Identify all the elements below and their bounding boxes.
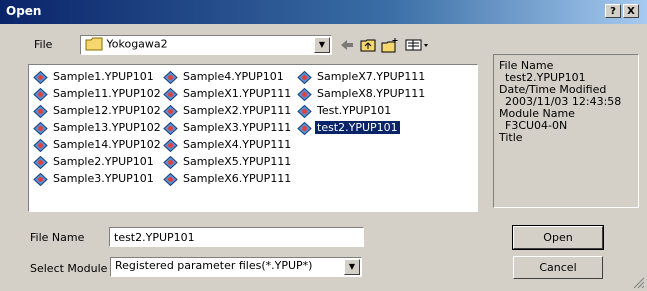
- file-name-label: File Name: [30, 231, 85, 244]
- folder-combo[interactable]: Yokogawa2 ▼: [80, 35, 332, 55]
- file-item[interactable]: Sample4.YPUP101: [163, 69, 286, 85]
- cancel-button[interactable]: Cancel: [513, 256, 603, 279]
- file-info-panel: File Name test2.YPUP101 Date/Time Modifi…: [493, 54, 639, 208]
- file-item[interactable]: Sample2.YPUP101: [33, 154, 156, 170]
- file-icon: [33, 155, 48, 169]
- view-menu-icon[interactable]: [403, 36, 433, 54]
- open-button[interactable]: Open: [512, 225, 604, 250]
- help-button[interactable]: ?: [605, 4, 621, 18]
- file-item[interactable]: Sample12.YPUP102: [33, 103, 163, 119]
- file-icon: [163, 121, 178, 135]
- file-item[interactable]: Test.YPUP101: [297, 103, 393, 119]
- file-item[interactable]: SampleX2.YPUP111: [163, 103, 293, 119]
- file-item[interactable]: Sample1.YPUP101: [33, 69, 156, 85]
- file-icon: [163, 172, 178, 186]
- file-name-field[interactable]: [109, 227, 364, 247]
- file-label: File: [34, 38, 53, 51]
- window-title: Open: [6, 4, 42, 18]
- file-name-input[interactable]: [110, 228, 363, 246]
- folder-value: Yokogawa2: [106, 37, 168, 51]
- file-icon: [33, 172, 48, 186]
- info-title-label: Title: [499, 131, 523, 144]
- resize-grip-icon[interactable]: [631, 275, 645, 289]
- file-item[interactable]: SampleX3.YPUP111: [163, 120, 293, 136]
- file-icon: [163, 70, 178, 84]
- file-item[interactable]: Sample14.YPUP102: [33, 137, 163, 153]
- up-folder-icon[interactable]: [358, 36, 378, 54]
- file-item[interactable]: Sample13.YPUP102: [33, 120, 163, 136]
- file-icon: [297, 87, 312, 101]
- close-button[interactable]: X: [623, 4, 639, 18]
- file-item[interactable]: SampleX1.YPUP111: [163, 86, 293, 102]
- file-icon: [33, 70, 48, 84]
- file-item[interactable]: SampleX6.YPUP111: [163, 171, 293, 187]
- file-icon: [33, 104, 48, 118]
- file-icon: [33, 87, 48, 101]
- module-select[interactable]: Registered parameter files(*.YPUP*) ▼: [110, 257, 362, 277]
- folder-icon: [85, 37, 103, 51]
- module-select-value: Registered parameter files(*.YPUP*): [115, 259, 313, 272]
- file-icon: [163, 138, 178, 152]
- file-item[interactable]: Sample11.YPUP102: [33, 86, 163, 102]
- file-icon: [163, 87, 178, 101]
- folder-value-wrap: Yokogawa2: [85, 37, 168, 51]
- back-arrow-icon[interactable]: [337, 36, 357, 54]
- file-item[interactable]: SampleX4.YPUP111: [163, 137, 293, 153]
- file-icon: [297, 70, 312, 84]
- file-icon: [33, 138, 48, 152]
- chevron-down-icon[interactable]: ▼: [344, 259, 360, 275]
- file-icon: [163, 155, 178, 169]
- file-list[interactable]: Sample1.YPUP101 Sample11.YPUP102 Sample1…: [28, 64, 478, 212]
- file-icon: [297, 121, 312, 135]
- file-item[interactable]: SampleX8.YPUP111: [297, 86, 427, 102]
- file-item[interactable]: Sample3.YPUP101: [33, 171, 156, 187]
- file-item[interactable]: SampleX7.YPUP111: [297, 69, 427, 85]
- select-module-label: Select Module: [30, 262, 108, 275]
- new-folder-icon[interactable]: [379, 36, 401, 54]
- title-bar: Open ? X: [0, 0, 647, 24]
- file-icon: [33, 121, 48, 135]
- file-item[interactable]: SampleX5.YPUP111: [163, 154, 293, 170]
- chevron-down-icon[interactable]: ▼: [314, 37, 330, 53]
- file-icon: [297, 104, 312, 118]
- file-item-selected[interactable]: test2.YPUP101: [297, 120, 401, 136]
- file-icon: [163, 104, 178, 118]
